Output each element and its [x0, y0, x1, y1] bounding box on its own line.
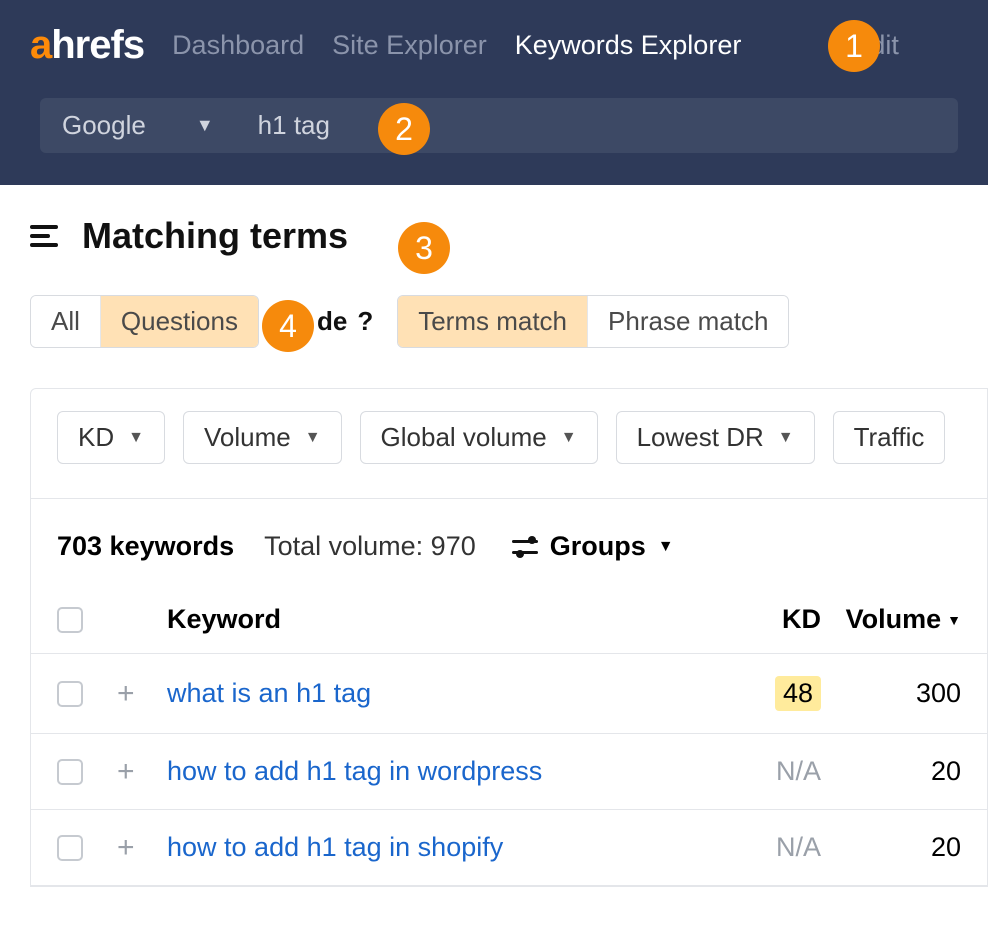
mode-label: de ?	[311, 295, 385, 348]
caret-down-icon: ▼	[305, 429, 321, 447]
sliders-icon	[512, 536, 538, 558]
filter-volume[interactable]: Volume▼	[183, 411, 342, 464]
total-volume: Total volume: 970	[264, 531, 476, 562]
groups-button[interactable]: Groups ▼	[512, 531, 674, 562]
table-header: Keyword KD Volume▼	[31, 576, 987, 654]
heading-row: Matching terms	[30, 215, 988, 257]
tab-questions[interactable]: Questions	[101, 296, 258, 347]
type-tab-group: All Questions	[30, 295, 259, 348]
keyword-link[interactable]: what is an h1 tag	[167, 678, 721, 709]
filter-lowest-dr[interactable]: Lowest DR▼	[616, 411, 815, 464]
filter-global-volume[interactable]: Global volume▼	[360, 411, 598, 464]
volume-cell: 20	[821, 832, 961, 863]
header-keyword[interactable]: Keyword	[167, 604, 721, 635]
kd-badge: 48	[775, 676, 821, 711]
caret-down-icon: ▼	[128, 429, 144, 447]
source-select[interactable]: Google ▼	[40, 98, 236, 153]
header-volume[interactable]: Volume▼	[821, 604, 961, 635]
volume-cell: 20	[821, 756, 961, 787]
volume-cell: 300	[821, 678, 961, 709]
logo: ahrefs	[30, 23, 144, 68]
search-bar: Google ▼	[0, 90, 988, 185]
nav-keywords-explorer[interactable]: Keywords Explorer	[515, 30, 742, 61]
caret-down-icon: ▼	[658, 538, 674, 556]
help-icon[interactable]: ?	[357, 306, 373, 337]
tab-terms-match[interactable]: Terms match	[398, 296, 588, 347]
keyword-link[interactable]: how to add h1 tag in wordpress	[167, 756, 721, 787]
annotation-marker-2: 2	[378, 103, 430, 155]
caret-down-icon: ▼	[561, 429, 577, 447]
content: Matching terms All Questions de ? Terms …	[0, 185, 988, 887]
kd-na: N/A	[776, 832, 821, 862]
tab-all[interactable]: All	[31, 296, 101, 347]
filter-traffic[interactable]: Traffic	[833, 411, 946, 464]
expand-icon[interactable]: +	[117, 679, 167, 709]
tab-phrase-match[interactable]: Phrase match	[588, 296, 788, 347]
match-tab-group: Terms match Phrase match	[397, 295, 789, 348]
page-title: Matching terms	[82, 215, 348, 257]
header-kd[interactable]: KD	[721, 604, 821, 635]
filter-tabs: All Questions de ? Terms match Phrase ma…	[30, 295, 988, 348]
nav-site-explorer[interactable]: Site Explorer	[332, 30, 487, 61]
summary-row: 703 keywords Total volume: 970 Groups ▼	[31, 499, 987, 576]
kd-na: N/A	[776, 756, 821, 786]
annotation-marker-4: 4	[262, 300, 314, 352]
source-label: Google	[62, 110, 146, 141]
logo-rest: hrefs	[51, 23, 144, 67]
select-all-checkbox[interactable]	[57, 607, 83, 633]
keyword-count: 703 keywords	[57, 531, 234, 562]
expand-icon[interactable]: +	[117, 833, 167, 863]
keyword-link[interactable]: how to add h1 tag in shopify	[167, 832, 721, 863]
filter-kd[interactable]: KD▼	[57, 411, 165, 464]
menu-icon[interactable]	[30, 225, 58, 247]
row-checkbox[interactable]	[57, 835, 83, 861]
sort-desc-icon: ▼	[947, 612, 961, 628]
nav-dashboard[interactable]: Dashboard	[172, 30, 304, 61]
logo-a: a	[30, 23, 51, 67]
row-checkbox[interactable]	[57, 759, 83, 785]
caret-down-icon: ▼	[196, 115, 214, 136]
table-container: KD▼ Volume▼ Global volume▼ Lowest DR▼ Tr…	[30, 388, 988, 887]
expand-icon[interactable]: +	[117, 757, 167, 787]
table-row: + how to add h1 tag in wordpress N/A 20	[31, 734, 987, 810]
row-checkbox[interactable]	[57, 681, 83, 707]
filter-row: KD▼ Volume▼ Global volume▼ Lowest DR▼ Tr…	[31, 411, 987, 499]
annotation-marker-1: 1	[828, 20, 880, 72]
caret-down-icon: ▼	[778, 429, 794, 447]
search-input[interactable]	[236, 98, 958, 153]
table-row: + what is an h1 tag 48 300	[31, 654, 987, 734]
annotation-marker-3: 3	[398, 222, 450, 274]
table-row: + how to add h1 tag in shopify N/A 20	[31, 810, 987, 886]
